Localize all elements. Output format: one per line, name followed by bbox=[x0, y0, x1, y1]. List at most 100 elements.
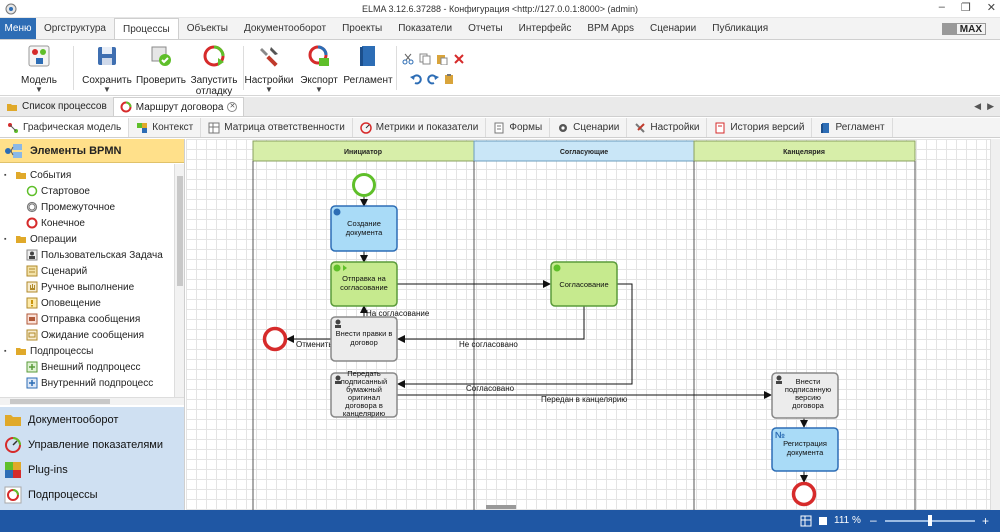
zoom-out-icon[interactable]: – bbox=[870, 513, 877, 527]
lane-approvers[interactable]: Согласующие bbox=[473, 140, 695, 162]
tree-item-start[interactable]: Стартовое bbox=[26, 183, 90, 199]
tree-item-external-subprocess[interactable]: Внешний подпроцесс bbox=[26, 359, 141, 375]
tree-item-scenario[interactable]: Сценарий bbox=[26, 263, 87, 279]
collapse-icon[interactable]: ▪ bbox=[4, 348, 12, 355]
tab-prev-icon[interactable]: ◀ bbox=[974, 101, 981, 112]
fit-icon[interactable] bbox=[817, 515, 829, 527]
close-icon[interactable]: ✕ bbox=[987, 1, 996, 14]
section-subprocesses[interactable]: Подпроцессы bbox=[0, 482, 184, 507]
tab-forms[interactable]: Формы bbox=[486, 118, 551, 137]
export-button[interactable]: Экспорт ▼ bbox=[291, 44, 347, 94]
task-create-document[interactable]: Создание документа bbox=[330, 205, 398, 252]
tab-matrix[interactable]: Матрица ответственности bbox=[201, 118, 353, 137]
restore-icon[interactable]: ❐ bbox=[961, 1, 971, 14]
tab-docs[interactable]: Документооборот bbox=[236, 18, 334, 39]
intermediate-event-icon bbox=[26, 201, 38, 213]
start-event[interactable] bbox=[352, 173, 376, 197]
diagram-canvas[interactable]: Инициатор Согласующие Канцелярия На согл… bbox=[186, 139, 990, 510]
collapse-icon[interactable]: ▪ bbox=[4, 236, 12, 243]
export-icon bbox=[308, 45, 329, 66]
task-send-for-approval[interactable]: Отправка на согласование bbox=[330, 261, 398, 307]
book-icon bbox=[360, 46, 375, 66]
tab-reglament-sub[interactable]: Регламент bbox=[812, 118, 893, 137]
tab-version-history[interactable]: История версий bbox=[707, 118, 813, 137]
settings-button[interactable]: Настройки ▼ bbox=[241, 44, 297, 94]
zoom-in-icon[interactable]: + bbox=[982, 514, 989, 528]
tab-context[interactable]: Контекст bbox=[129, 118, 202, 137]
save-button[interactable]: Сохранить ▼ bbox=[79, 44, 135, 94]
check-icon bbox=[333, 264, 341, 272]
section-kpi[interactable]: Управление показателями bbox=[0, 432, 184, 457]
task-upload-signed-version[interactable]: Внести подписанную версию договора bbox=[771, 372, 839, 419]
svg-text:Согласование: Согласование bbox=[559, 280, 608, 289]
tab-org[interactable]: Оргструктура bbox=[36, 18, 114, 39]
task-fix-contract[interactable]: Внести правки в договор bbox=[330, 316, 398, 362]
tree-item-manual[interactable]: Ручное выполнение bbox=[26, 279, 134, 295]
tab-interface[interactable]: Интерфейс bbox=[511, 18, 580, 39]
tab-objects[interactable]: Объекты bbox=[179, 18, 236, 39]
svg-text:Отправка на: Отправка на bbox=[342, 274, 386, 283]
tab-projects[interactable]: Проекты bbox=[334, 18, 390, 39]
end-event-cancel[interactable] bbox=[262, 326, 288, 352]
tab-indicators[interactable]: Показатели bbox=[390, 18, 460, 39]
section-docflow[interactable]: Документооборот bbox=[0, 407, 184, 432]
max-badge[interactable]: MAX bbox=[941, 18, 986, 39]
tree-item-events[interactable]: ▪ События bbox=[4, 167, 71, 183]
svg-text:документа: документа bbox=[346, 228, 383, 237]
task-register-document[interactable]: № Регистрация документа bbox=[771, 427, 839, 472]
tab-scenarios[interactable]: Сценарии bbox=[642, 18, 704, 39]
tab-bpm-apps[interactable]: BPM Apps bbox=[579, 18, 642, 39]
tab-reports[interactable]: Отчеты bbox=[460, 18, 511, 39]
run-debug-button[interactable]: Запустить отладку bbox=[186, 44, 242, 97]
tab-processes[interactable]: Процессы bbox=[114, 18, 179, 39]
tree-item-end[interactable]: Конечное bbox=[26, 215, 85, 231]
tree-vertical-scrollbar[interactable] bbox=[174, 164, 184, 397]
clipboard-icon[interactable] bbox=[444, 73, 456, 85]
tree-item-internal-subprocess[interactable]: Внутренний подпроцесс bbox=[26, 375, 153, 391]
zoom-slider-thumb[interactable] bbox=[928, 515, 932, 526]
reglament-button[interactable]: Регламент bbox=[340, 44, 396, 86]
tab-settings-sub[interactable]: Настройки bbox=[627, 118, 708, 137]
menu-button[interactable]: Меню bbox=[0, 18, 36, 39]
plus-icon bbox=[333, 208, 341, 216]
minimize-icon[interactable]: – bbox=[939, 1, 945, 14]
elma-logo-icon bbox=[5, 3, 17, 15]
tab-process-list[interactable]: Список процессов bbox=[0, 97, 113, 116]
tab-next-icon[interactable]: ▶ bbox=[987, 101, 994, 112]
tree-item-notify[interactable]: Оповещение bbox=[26, 295, 101, 311]
redo-icon[interactable] bbox=[427, 73, 439, 85]
tab-metrics[interactable]: Метрики и показатели bbox=[353, 118, 487, 137]
tree-horizontal-scrollbar[interactable] bbox=[0, 397, 184, 405]
tree-item-operations[interactable]: ▪ Операции bbox=[4, 231, 77, 247]
collapse-icon[interactable]: ▪ bbox=[4, 172, 12, 179]
close-tab-icon[interactable]: ✕ bbox=[227, 102, 238, 112]
task-handover-original[interactable]: Передать подписанный бумажный оригинал д… bbox=[330, 369, 398, 418]
tab-scenarios-sub[interactable]: Сценарии bbox=[550, 118, 628, 137]
paste-icon[interactable] bbox=[436, 53, 448, 65]
tree-item-subprocesses[interactable]: ▪ Подпроцессы bbox=[4, 343, 93, 359]
copy-icon[interactable] bbox=[419, 53, 431, 65]
tree-item-wait-message[interactable]: Ожидание сообщения bbox=[26, 327, 144, 343]
undo-icon[interactable] bbox=[410, 73, 422, 85]
tab-route[interactable]: Маршрут договора ✕ bbox=[112, 97, 245, 116]
tree-item-send-message[interactable]: Отправка сообщения bbox=[26, 311, 140, 327]
chevron-down-icon: ▼ bbox=[103, 85, 111, 94]
cut-icon[interactable] bbox=[402, 53, 414, 65]
lane-office[interactable]: Канцелярия bbox=[693, 140, 916, 162]
tab-graphic-model[interactable]: Графическая модель bbox=[0, 118, 130, 137]
folder-icon bbox=[16, 172, 26, 179]
tree-item-intermediate[interactable]: Промежуточное bbox=[26, 199, 115, 215]
splitter-grip[interactable] bbox=[486, 505, 516, 509]
canvas-vertical-scrollbar[interactable] bbox=[990, 139, 1000, 510]
section-plugins[interactable]: Plug-ins bbox=[0, 457, 184, 482]
model-button[interactable]: Модель ▼ bbox=[11, 44, 67, 94]
end-event-final[interactable] bbox=[791, 481, 817, 507]
delete-icon[interactable] bbox=[453, 53, 465, 65]
lane-initiator[interactable]: Инициатор bbox=[252, 140, 475, 162]
grid-icon[interactable] bbox=[800, 515, 812, 527]
check-button[interactable]: Проверить bbox=[133, 44, 189, 86]
panel-header: Элементы BPMN bbox=[0, 139, 184, 163]
task-approval[interactable]: Согласование bbox=[550, 261, 618, 307]
tab-publication[interactable]: Публикация bbox=[704, 18, 776, 39]
tree-item-user-task[interactable]: Пользовательская Задача bbox=[26, 247, 163, 263]
